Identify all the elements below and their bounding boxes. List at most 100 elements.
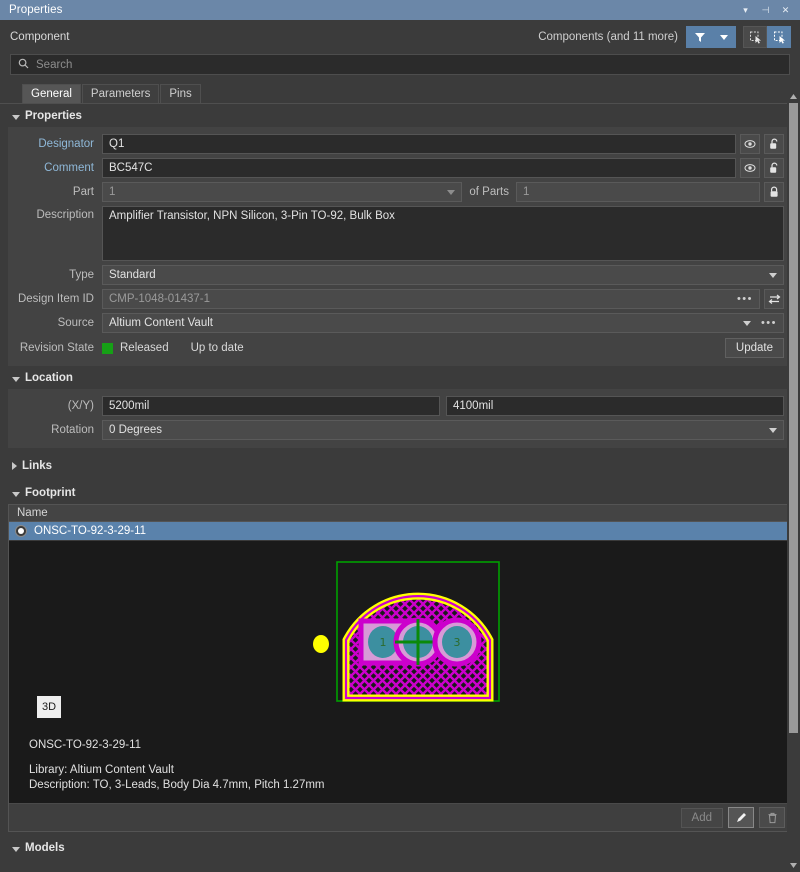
designator-row: Designator Q1 [16,134,784,154]
search-input[interactable]: Search [10,54,790,75]
designator-input[interactable]: Q1 [102,134,736,154]
filter-funnel-icon[interactable] [686,26,712,48]
comment-input[interactable]: BC547C [102,158,736,178]
section-header-location[interactable]: Location [0,366,800,389]
revision-state-value: Released [120,342,169,354]
design-item-id-value: CMP-1048-01437-1 [109,293,211,305]
tab-parameters[interactable]: Parameters [81,84,160,103]
object-kind-label: Component [10,31,70,43]
location-group: (X/Y) 5200mil 4100mil Rotation 0 Degrees [8,389,792,448]
section-header-models[interactable]: Models [0,832,800,859]
properties-panel: Properties ▾ ⊣ ✕ Component Components (a… [0,0,800,872]
unlocked-padlock-icon[interactable] [764,134,784,154]
radio-selected-icon[interactable] [15,525,27,537]
xy-label: (X/Y) [67,400,94,412]
source-select[interactable]: Altium Content Vault ••• [102,313,784,333]
section-title-location: Location [25,372,73,384]
chevron-down-icon [12,491,20,497]
source-row: Source Altium Content Vault ••• [16,313,784,333]
type-row: Type Standard [16,265,784,285]
chevron-down-icon [769,427,777,433]
section-header-footprint[interactable]: Footprint [0,477,800,504]
description-label: Description [36,209,94,221]
scrollbar-thumb[interactable] [789,103,798,733]
eye-icon[interactable] [740,158,760,178]
comment-label: Comment [44,162,94,174]
of-parts-input[interactable]: 1 [516,182,760,202]
properties-group: Designator Q1 Comment BC547C Part 1 of P… [8,127,792,366]
type-value: Standard [109,269,156,281]
type-select[interactable]: Standard [102,265,784,285]
ellipsis-icon[interactable]: ••• [737,293,753,305]
source-label: Source [57,317,94,329]
description-row: Description Amplifier Transistor, NPN Si… [16,206,784,261]
filter-dropdown-caret[interactable] [712,26,736,48]
tab-general[interactable]: General [22,84,81,103]
table-row[interactable]: ONSC-TO-92-3-29-11 [9,522,791,540]
search-placeholder: Search [36,58,73,71]
footprint-description-text: Description: TO, 3-Leads, Body Dia 4.7mm… [29,779,325,791]
type-label: Type [69,269,94,281]
page-title: Properties [9,4,63,16]
selection-summary-label: Components (and 11 more) [538,31,678,43]
scroll-down-arrow-icon[interactable] [787,859,800,872]
footprint-row-name: ONSC-TO-92-3-29-11 [34,525,147,537]
swap-arrows-icon[interactable] [764,289,784,309]
view-3d-toggle-button[interactable]: 3D [37,696,61,718]
section-title-footprint: Footprint [25,487,76,499]
update-button[interactable]: Update [724,338,784,358]
dock-pin-icon[interactable]: ⊣ [760,5,771,16]
chevron-down-icon [12,846,20,852]
collapse-menu-icon[interactable]: ▾ [740,5,751,16]
scroll-up-arrow-icon[interactable] [787,90,800,103]
eye-icon[interactable] [740,134,760,154]
location-x-input[interactable]: 5200mil [102,396,440,416]
search-icon [18,58,29,72]
location-y-input[interactable]: 4100mil [446,396,784,416]
chevron-down-icon [12,114,20,120]
footprint-box: Name ONSC-TO-92-3-29-11 1 3 3D ONSC-TO-9… [8,504,800,832]
footprint-column-header: Name [9,505,791,522]
section-header-links[interactable]: Links [0,448,800,477]
revision-state-row: Revision State Released Up to date Updat… [16,338,784,358]
add-button[interactable]: Add [680,807,723,828]
section-title-models: Models [25,842,65,854]
xy-row: (X/Y) 5200mil 4100mil [16,396,784,416]
ellipsis-icon[interactable]: ••• [761,317,777,329]
rotation-select[interactable]: 0 Degrees [102,420,784,440]
section-header-properties[interactable]: Properties [0,104,800,127]
rotation-label: Rotation [51,424,94,436]
locked-padlock-icon[interactable] [764,182,784,202]
part-row: Part 1 of Parts 1 [16,182,784,202]
rotation-value: 0 Degrees [109,424,163,436]
part-select[interactable]: 1 [102,182,463,202]
vertical-scrollbar[interactable] [787,90,800,872]
select-enclosed-icon[interactable] [767,26,791,48]
status-badge [102,342,113,354]
section-title-links: Links [22,460,53,472]
footprint-preview[interactable]: 1 3 3D [9,540,800,736]
panel-header: Component Components (and 11 more) [0,20,800,54]
unlocked-padlock-icon[interactable] [764,158,784,178]
chevron-down-icon [12,376,20,382]
chevron-down-icon [447,189,456,195]
design-item-id-input[interactable]: CMP-1048-01437-1 ••• [102,289,760,309]
footprint-preview-name: ONSC-TO-92-3-29-11 [29,739,142,751]
trash-delete-icon[interactable] [759,807,785,828]
window-controls: ▾ ⊣ ✕ [740,5,794,16]
footprint-library-text: Library: Altium Content Vault [29,764,174,776]
chevron-right-icon [12,462,17,470]
tab-pins[interactable]: Pins [160,84,201,103]
select-touching-icon[interactable] [743,26,767,48]
tab-bar: General Parameters Pins [0,84,800,104]
source-value: Altium Content Vault [109,317,213,329]
description-input[interactable]: Amplifier Transistor, NPN Silicon, 3-Pin… [102,206,784,261]
pencil-edit-icon[interactable] [728,807,754,828]
search-row: Search [0,54,800,75]
close-icon[interactable]: ✕ [780,5,791,16]
revision-status-value: Up to date [190,342,244,354]
comment-row: Comment BC547C [16,158,784,178]
window-title-bar: Properties ▾ ⊣ ✕ [0,0,800,20]
design-item-id-row: Design Item ID CMP-1048-01437-1 ••• [16,289,784,309]
of-parts-label: of Parts [469,186,509,198]
